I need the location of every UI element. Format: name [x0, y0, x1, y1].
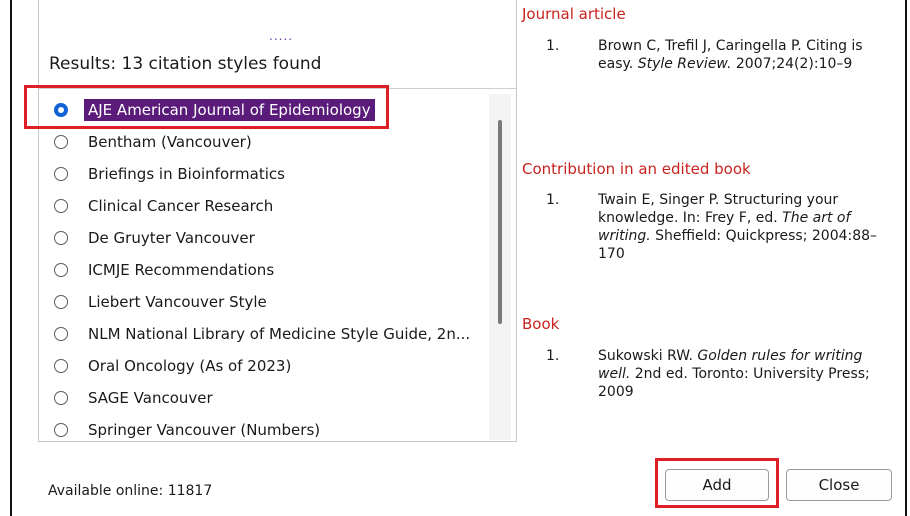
ref-number: 1. — [546, 192, 560, 208]
radio-icon[interactable] — [54, 423, 68, 437]
style-label: SAGE Vancouver — [88, 389, 213, 407]
preview-panel: Journal article 1. Brown C, Trefil J, Ca… — [516, 0, 905, 441]
style-label: De Gruyter Vancouver — [88, 229, 255, 247]
radio-icon[interactable] — [54, 359, 68, 373]
style-item-nlm[interactable]: NLM National Library of Medicine Style G… — [39, 318, 489, 350]
ref-journal-article: Brown C, Trefil J, Caringella P. Citing … — [598, 38, 863, 72]
highlight-selected-style — [24, 85, 389, 129]
ref-number: 1. — [546, 348, 560, 364]
heading-edited-book: Contribution in an edited book — [522, 160, 751, 178]
radio-icon[interactable] — [54, 167, 68, 181]
close-button[interactable]: Close — [786, 469, 892, 501]
style-item-clinical-cancer[interactable]: Clinical Cancer Research — [39, 190, 489, 222]
window-right-border — [905, 0, 907, 516]
radio-icon[interactable] — [54, 263, 68, 277]
style-label: Clinical Cancer Research — [88, 197, 274, 215]
style-item-briefings[interactable]: Briefings in Bioinformatics — [39, 158, 489, 190]
window-left-border — [10, 0, 12, 516]
results-panel: ..... Results: 13 citation styles found … — [38, 0, 517, 442]
style-label: Bentham (Vancouver) — [88, 133, 252, 151]
style-label: Liebert Vancouver Style — [88, 293, 267, 311]
style-item-liebert[interactable]: Liebert Vancouver Style — [39, 286, 489, 318]
results-title: Results: 13 citation styles found — [49, 54, 322, 74]
heading-book: Book — [522, 315, 560, 333]
style-item-springer[interactable]: Springer Vancouver (Numbers) — [39, 414, 489, 440]
radio-icon[interactable] — [54, 295, 68, 309]
ref-edited-book: Twain E, Singer P. Structuring your know… — [598, 192, 878, 262]
style-label: ICMJE Recommendations — [88, 261, 275, 279]
available-online-count: Available online: 11817 — [48, 483, 213, 499]
style-item-icmje[interactable]: ICMJE Recommendations — [39, 254, 489, 286]
ref-book: Sukowski RW. Golden rules for writing we… — [598, 348, 870, 400]
ref-number: 1. — [546, 38, 560, 54]
style-item-sage[interactable]: SAGE Vancouver — [39, 382, 489, 414]
citation-style-list: AJE American Journal of Epidemiology Ben… — [39, 94, 489, 440]
radio-icon[interactable] — [54, 199, 68, 213]
list-scrollbar[interactable] — [489, 94, 511, 440]
heading-journal-article: Journal article — [522, 5, 626, 23]
style-item-bentham[interactable]: Bentham (Vancouver) — [39, 126, 489, 158]
radio-icon[interactable] — [54, 327, 68, 341]
radio-icon[interactable] — [54, 231, 68, 245]
style-item-oral-oncology[interactable]: Oral Oncology (As of 2023) — [39, 350, 489, 382]
scrollbar-thumb[interactable] — [498, 120, 502, 324]
style-label: Briefings in Bioinformatics — [88, 165, 285, 183]
style-label: Springer Vancouver (Numbers) — [88, 421, 321, 439]
style-label: Oral Oncology (As of 2023) — [88, 357, 292, 375]
highlight-add-button — [655, 458, 779, 508]
drag-handle[interactable]: ..... — [269, 30, 293, 42]
radio-icon[interactable] — [54, 135, 68, 149]
style-item-de-gruyter[interactable]: De Gruyter Vancouver — [39, 222, 489, 254]
radio-icon[interactable] — [54, 391, 68, 405]
style-label: NLM National Library of Medicine Style G… — [88, 325, 471, 343]
